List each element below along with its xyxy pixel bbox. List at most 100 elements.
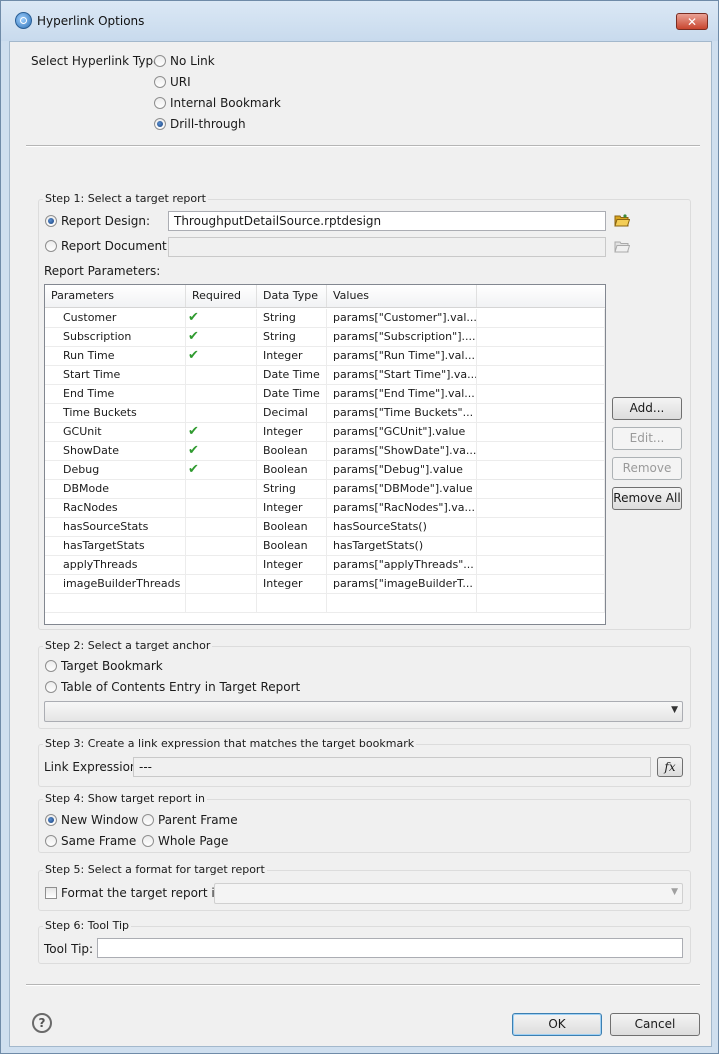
col-data-type[interactable]: Data Type — [257, 285, 327, 307]
remove-button[interactable]: Remove — [612, 457, 682, 480]
param-type-cell: Integer — [257, 556, 327, 575]
parent-frame-label[interactable]: Parent Frame — [158, 813, 238, 827]
tool-tip-input[interactable] — [97, 938, 683, 958]
radio-no-link-label[interactable]: No Link — [170, 54, 215, 68]
title-bar[interactable]: Hyperlink Options ✕ — [1, 1, 718, 41]
radio-uri[interactable] — [154, 76, 166, 88]
close-button[interactable]: ✕ — [676, 13, 708, 30]
chevron-down-icon: ▼ — [671, 887, 678, 897]
help-icon[interactable]: ? — [32, 1013, 52, 1033]
toc-entry-label[interactable]: Table of Contents Entry in Target Report — [61, 680, 300, 694]
required-cell: ✔ — [186, 461, 257, 480]
radio-same-frame[interactable] — [45, 835, 57, 847]
col-required[interactable]: Required — [186, 285, 257, 307]
format-checkbox[interactable] — [45, 887, 57, 899]
radio-internal-bookmark-label[interactable]: Internal Bookmark — [170, 96, 281, 110]
empty-cell — [477, 518, 605, 537]
table-row[interactable]: Start Time Date Time params["Start Time"].… — [45, 366, 605, 385]
empty-cell — [477, 461, 605, 480]
empty-cell — [477, 594, 605, 613]
radio-whole-page[interactable] — [142, 835, 154, 847]
radio-parent-frame[interactable] — [142, 814, 154, 826]
param-name-cell: DBMode — [45, 480, 186, 499]
checkmark-icon — [186, 481, 188, 496]
radio-target-bookmark[interactable] — [45, 660, 57, 672]
radio-no-link[interactable] — [154, 55, 166, 67]
same-frame-label[interactable]: Same Frame — [61, 834, 136, 848]
new-window-label[interactable]: New Window — [61, 813, 138, 827]
link-expression-input[interactable]: --- — [133, 757, 651, 777]
checkmark-icon: ✔ — [188, 424, 199, 439]
param-value-cell: hasSourceStats() — [327, 518, 477, 537]
table-row[interactable]: ShowDate ✔ Boolean params["ShowDate"].va... — [45, 442, 605, 461]
table-row[interactable]: RacNodes Integer params["RacNodes"].va... — [45, 499, 605, 518]
hyperlink-type-label: Select Hyperlink Type: — [31, 54, 165, 68]
format-select[interactable]: ▼ — [214, 883, 683, 904]
radio-new-window[interactable] — [45, 814, 57, 826]
param-value-cell: params["imageBuilderT... — [327, 575, 477, 594]
param-type-cell: String — [257, 309, 327, 328]
empty-cell — [477, 404, 605, 423]
app-icon — [15, 12, 32, 29]
ok-button[interactable]: OK — [512, 1013, 602, 1036]
browse-folder-icon[interactable] — [614, 213, 630, 227]
table-row[interactable]: imageBuilderThreads Integer params["imageB… — [45, 575, 605, 594]
radio-uri-label[interactable]: URI — [170, 75, 191, 89]
required-cell: ✔ — [186, 347, 257, 366]
table-row[interactable]: hasSourceStats Boolean hasSourceStats() — [45, 518, 605, 537]
col-values[interactable]: Values — [327, 285, 477, 307]
report-document-label[interactable]: Report Document: — [61, 239, 171, 253]
whole-page-label[interactable]: Whole Page — [158, 834, 228, 848]
empty-cell — [477, 385, 605, 404]
col-parameters[interactable]: Parameters — [45, 285, 186, 307]
remove-all-button[interactable]: Remove All — [612, 487, 682, 510]
edit-button[interactable]: Edit... — [612, 427, 682, 450]
param-type-cell: Boolean — [257, 518, 327, 537]
target-bookmark-label[interactable]: Target Bookmark — [61, 659, 163, 673]
add-button[interactable]: Add... — [612, 397, 682, 420]
table-row[interactable]: Customer ✔ String params["Customer"].val... — [45, 309, 605, 328]
tool-tip-label: Tool Tip: — [44, 942, 94, 956]
table-row[interactable]: DBMode String params["DBMode"].value — [45, 480, 605, 499]
format-checkbox-label[interactable]: Format the target report in: — [61, 886, 226, 900]
dialog-body: Select Hyperlink Type: No Link URI Inter… — [9, 41, 712, 1047]
table-row[interactable]: Debug ✔ Boolean params["Debug"].value — [45, 461, 605, 480]
cancel-button[interactable]: Cancel — [610, 1013, 700, 1036]
table-row[interactable]: hasTargetStats Boolean hasTargetStats() — [45, 537, 605, 556]
table-row[interactable]: End Time Date Time params["End Time"].val.… — [45, 385, 605, 404]
radio-drill-through-label[interactable]: Drill-through — [170, 117, 246, 131]
table-row[interactable]: GCUnit ✔ Integer params["GCUnit"].value — [45, 423, 605, 442]
target-anchor-select[interactable]: ▼ — [44, 701, 683, 722]
param-value-cell: params["applyThreads"... — [327, 556, 477, 575]
step4-title: Step 4: Show target report in — [43, 792, 207, 805]
empty-cell — [45, 594, 186, 613]
radio-drill-through[interactable] — [154, 118, 166, 130]
radio-toc-entry[interactable] — [45, 681, 57, 693]
table-row[interactable]: Run Time ✔ Integer params["Run Time"].val..… — [45, 347, 605, 366]
table-row[interactable]: applyThreads Integer params["applyThreads"… — [45, 556, 605, 575]
report-design-input[interactable]: ThroughputDetailSource.rptdesign — [168, 211, 606, 231]
param-value-cell: params["Time Buckets"... — [327, 404, 477, 423]
table-row[interactable]: Subscription ✔ String params["Subscription"… — [45, 328, 605, 347]
table-row[interactable]: Time Buckets Decimal params["Time Buckets"… — [45, 404, 605, 423]
param-value-cell: params["Subscription"].... — [327, 328, 477, 347]
separator — [26, 145, 700, 147]
required-cell: ✔ — [186, 423, 257, 442]
expression-builder-button[interactable]: fx — [657, 757, 683, 777]
report-design-label[interactable]: Report Design: — [61, 214, 150, 228]
radio-report-document[interactable] — [45, 240, 57, 252]
report-document-input[interactable] — [168, 237, 606, 257]
required-cell: ✔ — [186, 328, 257, 347]
param-name-cell: RacNodes — [45, 499, 186, 518]
radio-report-design[interactable] — [45, 215, 57, 227]
parameters-table[interactable]: Parameters Required Data Type Values Cus… — [44, 284, 606, 625]
radio-internal-bookmark[interactable] — [154, 97, 166, 109]
checkmark-icon — [186, 538, 188, 553]
checkmark-icon — [186, 576, 188, 591]
table-row[interactable] — [45, 594, 605, 613]
empty-cell — [477, 309, 605, 328]
param-type-cell: Integer — [257, 347, 327, 366]
required-cell — [186, 385, 257, 404]
param-type-cell: Date Time — [257, 366, 327, 385]
checkmark-icon: ✔ — [188, 329, 199, 344]
